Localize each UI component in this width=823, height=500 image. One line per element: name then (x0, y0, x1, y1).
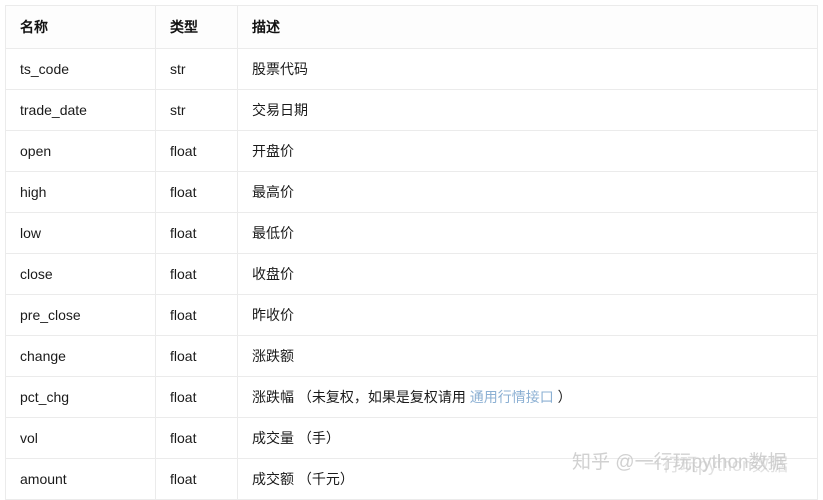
description-text: 昨收价 (252, 307, 294, 323)
description-text: 最低价 (252, 225, 294, 241)
cell-field-type: str (155, 48, 238, 90)
description-text: 股票代码 (252, 61, 308, 77)
table-row: close float 收盘价 (5, 253, 818, 295)
cell-field-name: change (5, 335, 156, 377)
cell-field-description: 涨跌幅 （未复权，如果是复权请用 通用行情接口 ） (237, 376, 818, 418)
cell-field-description: 成交额 （千元） (237, 458, 818, 500)
cell-field-type: float (155, 171, 238, 213)
cell-field-type: float (155, 212, 238, 254)
table-header: 名称 类型 描述 (5, 5, 818, 49)
cell-field-description: 开盘价 (237, 130, 818, 172)
page-root: 名称 类型 描述 ts_code str 股票代码 trade_date str 交易日期… (0, 0, 823, 500)
cell-field-name: open (5, 130, 156, 172)
description-text: 涨跌幅 （未复权，如果是复权请用 (252, 389, 470, 405)
description-text: 收盘价 (252, 266, 294, 282)
cell-field-name: high (5, 171, 156, 213)
table-row: low float 最低价 (5, 212, 818, 254)
description-text: 最高价 (252, 184, 294, 200)
table-body: ts_code str 股票代码 trade_date str 交易日期 open float… (5, 48, 818, 500)
table-header-row: 名称 类型 描述 (5, 5, 818, 49)
cell-field-name: vol (5, 417, 156, 459)
cell-field-type: float (155, 130, 238, 172)
column-header-desc: 描述 (237, 5, 818, 49)
cell-field-description: 交易日期 (237, 89, 818, 131)
table-row: high float 最高价 (5, 171, 818, 213)
cell-field-name: trade_date (5, 89, 156, 131)
cell-field-type: float (155, 417, 238, 459)
cell-field-type: float (155, 376, 238, 418)
cell-field-description: 成交量 （手） (237, 417, 818, 459)
cell-field-name: ts_code (5, 48, 156, 90)
description-text-suffix: ） (553, 389, 572, 405)
cell-field-type: float (155, 335, 238, 377)
table-row: vol float 成交量 （手） (5, 417, 818, 459)
cell-field-name: close (5, 253, 156, 295)
cell-field-description: 最低价 (237, 212, 818, 254)
cell-field-description: 昨收价 (237, 294, 818, 336)
field-table: 名称 类型 描述 ts_code str 股票代码 trade_date str 交易日期… (5, 5, 818, 500)
cell-field-name: low (5, 212, 156, 254)
description-link[interactable]: 通用行情接口 (470, 389, 554, 405)
table-row: pre_close float 昨收价 (5, 294, 818, 336)
description-text: 成交量 （手） (252, 430, 340, 446)
table-row: amount float 成交额 （千元） (5, 458, 818, 500)
table-row: ts_code str 股票代码 (5, 48, 818, 90)
table-row: pct_chg float 涨跌幅 （未复权，如果是复权请用 通用行情接口 ） (5, 376, 818, 418)
cell-field-name: amount (5, 458, 156, 500)
cell-field-type: str (155, 89, 238, 131)
column-header-name: 名称 (5, 5, 156, 49)
cell-field-description: 涨跌额 (237, 335, 818, 377)
description-text: 开盘价 (252, 143, 294, 159)
cell-field-type: float (155, 458, 238, 500)
cell-field-type: float (155, 294, 238, 336)
table-row: open float 开盘价 (5, 130, 818, 172)
table-row: change float 涨跌额 (5, 335, 818, 377)
description-text: 交易日期 (252, 102, 308, 118)
description-text: 涨跌额 (252, 348, 294, 364)
cell-field-name: pct_chg (5, 376, 156, 418)
table-row: trade_date str 交易日期 (5, 89, 818, 131)
column-header-type: 类型 (155, 5, 238, 49)
cell-field-name: pre_close (5, 294, 156, 336)
description-text: 成交额 （千元） (252, 471, 354, 487)
cell-field-type: float (155, 253, 238, 295)
cell-field-description: 收盘价 (237, 253, 818, 295)
cell-field-description: 股票代码 (237, 48, 818, 90)
cell-field-description: 最高价 (237, 171, 818, 213)
field-table-container: 名称 类型 描述 ts_code str 股票代码 trade_date str 交易日期… (5, 5, 818, 500)
